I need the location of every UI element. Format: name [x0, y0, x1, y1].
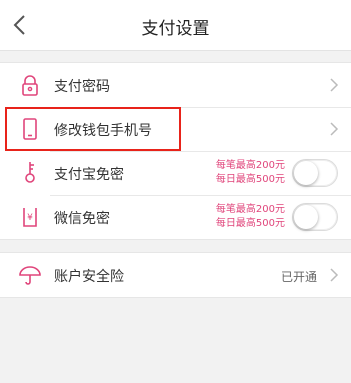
insurance-group: 账户安全险 已开通: [0, 252, 351, 298]
change-wallet-phone-label: 修改钱包手机号: [54, 123, 152, 139]
payment-settings-group: 支付密码 修改钱包手机号 支付宝免密 每笔最高200元 每日最高500元 ¥ 微…: [0, 62, 351, 240]
wechat-limits: 每笔最高200元 每日最高500元: [216, 203, 285, 231]
key-icon: [25, 162, 35, 183]
account-insurance-label: 账户安全险: [54, 269, 124, 285]
payment-password-row[interactable]: 支付密码: [0, 63, 351, 107]
toggle-knob: [294, 205, 318, 229]
chevron-right-icon: [330, 78, 339, 92]
alipay-nopassword-label: 支付宝免密: [54, 167, 124, 183]
svg-text:¥: ¥: [27, 213, 33, 223]
chevron-right-icon: [330, 268, 339, 282]
umbrella-icon: [19, 266, 41, 285]
wechat-nopassword-label: 微信免密: [54, 211, 110, 227]
account-insurance-row[interactable]: 账户安全险 已开通: [0, 253, 351, 297]
alipay-nopassword-toggle[interactable]: [292, 159, 338, 187]
lock-icon: [22, 75, 38, 96]
alipay-limit-per-day: 每日最高500元: [215, 174, 285, 185]
insurance-status: 已开通: [280, 270, 317, 284]
wechat-nopassword-row: ¥ 微信免密 每笔最高200元 每日最高500元: [0, 195, 351, 239]
alipay-limits: 每笔最高200元 每日最高500元: [216, 159, 285, 187]
wechat-limit-per-day: 每日最高500元: [215, 218, 285, 229]
toggle-knob: [294, 161, 318, 185]
payment-password-label: 支付密码: [54, 79, 110, 95]
wechat-nopassword-toggle[interactable]: [292, 203, 338, 231]
change-wallet-phone-row[interactable]: 修改钱包手机号: [0, 107, 351, 151]
wechat-limit-per-transaction: 每笔最高200元: [215, 204, 285, 215]
phone-icon: [23, 118, 37, 140]
app-header: 支付设置: [0, 0, 351, 51]
yen-document-icon: ¥: [23, 208, 37, 227]
chevron-right-icon: [330, 122, 339, 136]
alipay-nopassword-row: 支付宝免密 每笔最高200元 每日最高500元: [0, 151, 351, 195]
alipay-limit-per-transaction: 每笔最高200元: [215, 160, 285, 171]
page-title: 支付设置: [141, 19, 210, 39]
